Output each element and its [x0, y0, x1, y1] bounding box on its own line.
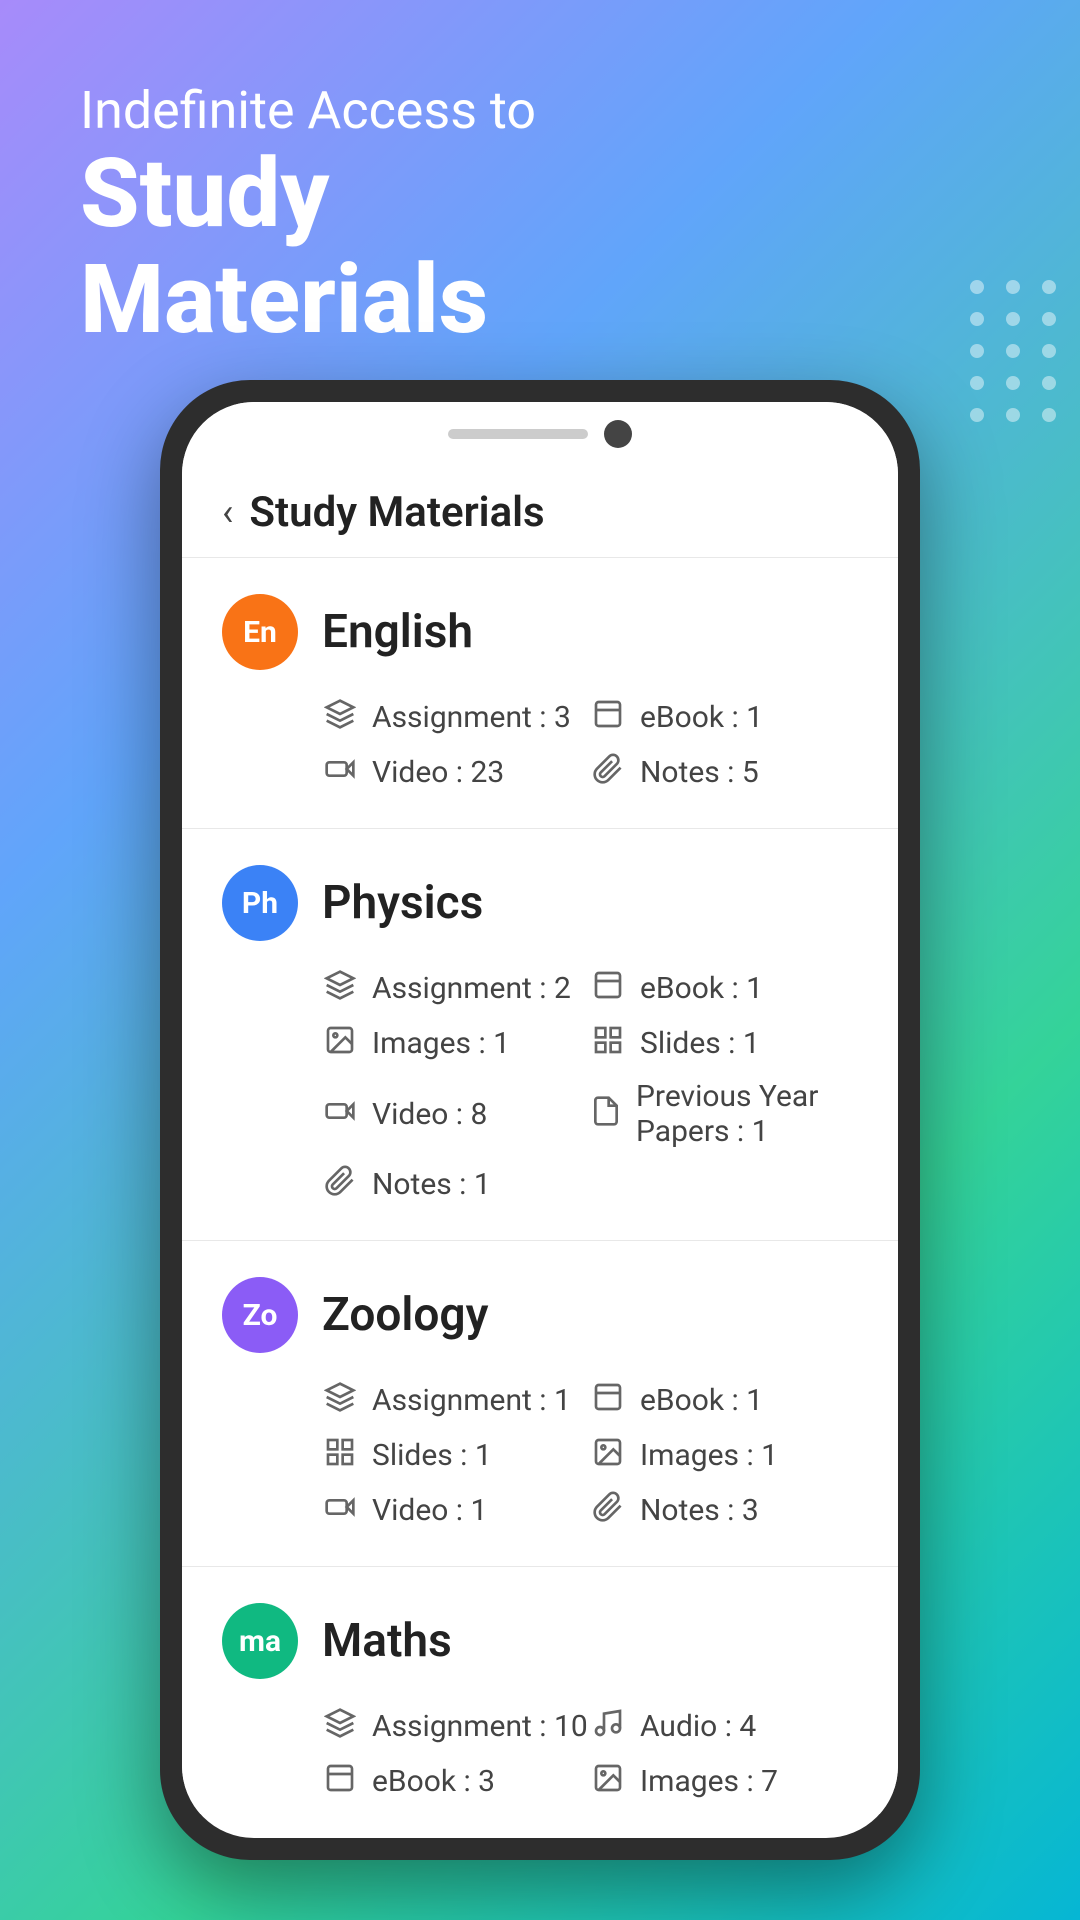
- stats-grid: Assignment : 3 eBook : 1 Video : 23 Note…: [222, 698, 858, 792]
- stat-item: Notes : 1: [322, 1165, 590, 1204]
- stat-item: Slides : 1: [322, 1436, 590, 1475]
- subject-card-physics[interactable]: Ph Physics Assignment : 2 eBook : 1 Imag…: [182, 829, 898, 1241]
- video-icon: [322, 1095, 358, 1134]
- subject-avatar: En: [222, 594, 298, 670]
- subject-name: Physics: [322, 876, 483, 930]
- grid-icon: [322, 1436, 358, 1475]
- stat-item: Video : 23: [322, 753, 590, 792]
- music-icon: [590, 1707, 626, 1746]
- stat-label: Previous Year Papers : 1: [636, 1079, 858, 1149]
- dots-decoration: [970, 280, 1060, 422]
- subject-header: Ph Physics: [222, 865, 858, 941]
- stat-item: eBook : 1: [590, 969, 858, 1008]
- grid-icon: [590, 1024, 626, 1063]
- stat-item: Assignment : 3: [322, 698, 590, 737]
- stat-item: Slides : 1: [590, 1024, 858, 1063]
- hero-section: Indefinite Access to Study Materials: [80, 80, 1000, 354]
- video-icon: [322, 753, 358, 792]
- stat-item: Audio : 4: [590, 1707, 858, 1746]
- stat-label: Assignment : 2: [372, 971, 571, 1006]
- back-button[interactable]: ‹: [222, 491, 233, 535]
- stat-item: Assignment : 2: [322, 969, 590, 1008]
- book-icon: [590, 969, 626, 1008]
- stat-item: Images : 1: [590, 1436, 858, 1475]
- subject-card-english[interactable]: En English Assignment : 3 eBook : 1 Vide…: [182, 558, 898, 829]
- image-icon: [322, 1024, 358, 1063]
- book-icon: [322, 1762, 358, 1801]
- stat-label: eBook : 1: [640, 971, 763, 1006]
- layers-icon: [322, 969, 358, 1008]
- stat-item: Notes : 5: [590, 753, 858, 792]
- stats-grid: Assignment : 10 Audio : 4 eBook : 3 Imag…: [222, 1707, 858, 1801]
- stat-label: Assignment : 1: [372, 1383, 571, 1418]
- app-header: ‹ Study Materials: [182, 458, 898, 558]
- subject-card-zoology[interactable]: Zo Zoology Assignment : 1 eBook : 1 Slid…: [182, 1241, 898, 1567]
- stat-label: Notes : 3: [640, 1493, 759, 1528]
- layers-icon: [322, 698, 358, 737]
- subject-header: ma Maths: [222, 1603, 858, 1679]
- stats-grid: Assignment : 2 eBook : 1 Images : 1 Slid…: [222, 969, 858, 1204]
- stat-label: Video : 23: [372, 755, 504, 790]
- stat-label: Images : 7: [640, 1764, 778, 1799]
- subjects-list: En English Assignment : 3 eBook : 1 Vide…: [182, 558, 898, 1814]
- stat-item: Assignment : 10: [322, 1707, 590, 1746]
- stat-label: Audio : 4: [640, 1709, 756, 1744]
- stat-item: Assignment : 1: [322, 1381, 590, 1420]
- image-icon: [590, 1436, 626, 1475]
- stat-item: Video : 1: [322, 1491, 590, 1530]
- stat-label: Notes : 1: [372, 1167, 491, 1202]
- stat-item: Images : 1: [322, 1024, 590, 1063]
- file-icon: [590, 1095, 622, 1134]
- stat-item: Images : 7: [590, 1762, 858, 1801]
- stat-label: Slides : 1: [372, 1438, 492, 1473]
- subject-name: Maths: [322, 1614, 452, 1668]
- stat-label: Assignment : 3: [372, 700, 571, 735]
- stat-item: Video : 8: [322, 1079, 590, 1149]
- stat-label: Assignment : 10: [372, 1709, 588, 1744]
- stat-item: Previous Year Papers : 1: [590, 1079, 858, 1149]
- paperclip-icon: [322, 1165, 358, 1204]
- paperclip-icon: [590, 753, 626, 792]
- layers-icon: [322, 1707, 358, 1746]
- image-icon: [590, 1762, 626, 1801]
- subject-avatar: Zo: [222, 1277, 298, 1353]
- layers-icon: [322, 1381, 358, 1420]
- stat-label: eBook : 1: [640, 700, 763, 735]
- stat-label: Slides : 1: [640, 1026, 760, 1061]
- video-icon: [322, 1491, 358, 1530]
- stat-label: eBook : 3: [372, 1764, 495, 1799]
- book-icon: [590, 1381, 626, 1420]
- stat-item: eBook : 3: [322, 1762, 590, 1801]
- stat-item: eBook : 1: [590, 698, 858, 737]
- hero-subtitle: Indefinite Access to: [80, 80, 1000, 142]
- phone-mockup: ‹ Study Materials En English Assignment …: [160, 380, 920, 1860]
- stat-label: Video : 8: [372, 1097, 487, 1132]
- phone-notch: [182, 402, 898, 458]
- stat-item: Notes : 3: [590, 1491, 858, 1530]
- stat-label: eBook : 1: [640, 1383, 763, 1418]
- stat-label: Notes : 5: [640, 755, 759, 790]
- subject-avatar: Ph: [222, 865, 298, 941]
- subject-header: Zo Zoology: [222, 1277, 858, 1353]
- stat-label: Video : 1: [372, 1493, 487, 1528]
- stats-grid: Assignment : 1 eBook : 1 Slides : 1 Imag…: [222, 1381, 858, 1530]
- stat-label: Images : 1: [372, 1026, 510, 1061]
- subject-name: Zoology: [322, 1288, 488, 1342]
- subject-avatar: ma: [222, 1603, 298, 1679]
- hero-title: Study Materials: [80, 142, 1000, 353]
- subject-header: En English: [222, 594, 858, 670]
- app-content: ‹ Study Materials En English Assignment …: [182, 458, 898, 1814]
- paperclip-icon: [590, 1491, 626, 1530]
- screen-title: Study Materials: [249, 488, 544, 537]
- stat-item: eBook : 1: [590, 1381, 858, 1420]
- subject-card-maths[interactable]: ma Maths Assignment : 10 Audio : 4 eBook…: [182, 1567, 898, 1814]
- subject-name: English: [322, 605, 473, 659]
- stat-label: Images : 1: [640, 1438, 778, 1473]
- book-icon: [590, 698, 626, 737]
